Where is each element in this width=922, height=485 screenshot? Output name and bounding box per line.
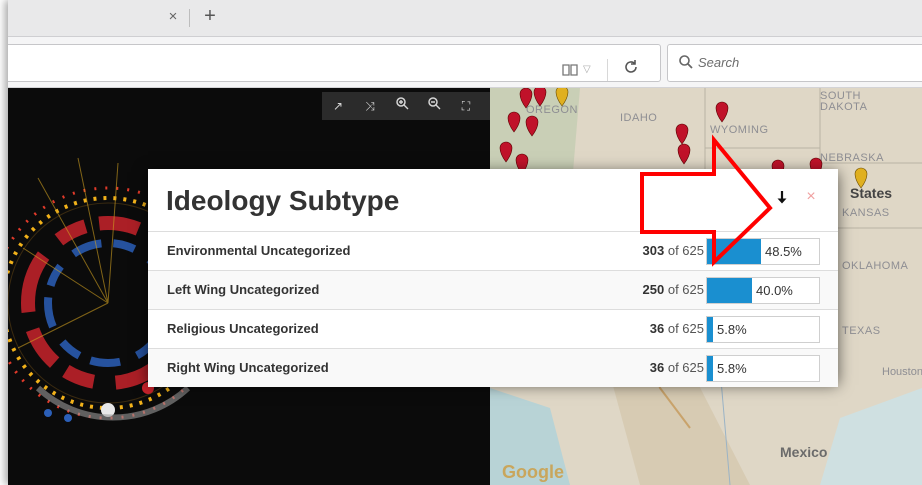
row-label: Right Wing Uncategorized	[167, 360, 329, 375]
visualization-toolbar: ↗ ⤨ ⛶	[322, 92, 492, 120]
url-bar[interactable]: ▽	[8, 44, 661, 82]
count-total: of 625	[667, 321, 704, 336]
percent-bar: 40.0%	[706, 277, 820, 304]
search-bar[interactable]: Search	[667, 44, 922, 82]
percent-bar-fill	[707, 356, 713, 381]
percent-bar-fill	[707, 278, 752, 303]
zoom-in-icon[interactable]	[392, 96, 412, 116]
count-total: of 625	[667, 282, 704, 297]
percent-bar: 48.5%	[706, 238, 820, 265]
percent-label: 40.0%	[756, 283, 793, 298]
reload-icon[interactable]	[621, 59, 641, 79]
reader-view-icon[interactable]	[562, 63, 578, 77]
row-count: 303 of 625	[643, 243, 704, 258]
row-label: Environmental Uncategorized	[167, 243, 351, 258]
dropdown-icon[interactable]: ▽	[583, 64, 591, 75]
percent-label: 48.5%	[765, 244, 802, 259]
tab-close-icon[interactable]: ×	[164, 8, 182, 26]
table-row[interactable]: Right Wing Uncategorized 36 of 625 5.8%	[148, 348, 838, 387]
tab-bar: × +	[8, 0, 922, 37]
close-icon[interactable]: ×	[804, 188, 818, 206]
separator	[607, 59, 608, 81]
count-value: 250	[642, 282, 665, 297]
percent-label: 5.8%	[717, 361, 747, 376]
count-total: of 625	[667, 243, 704, 258]
count-value: 36	[649, 360, 665, 375]
new-tab-icon[interactable]: +	[200, 6, 220, 26]
percent-bar: 5.8%	[706, 355, 820, 382]
row-label: Left Wing Uncategorized	[167, 282, 320, 297]
expand-icon[interactable]: ↗	[328, 96, 348, 116]
dialog-title: Ideology Subtype	[166, 185, 400, 216]
browser-window: × + ▽ Search ↗ ⤨ ⛶ OREGON IDAHO WYOMING …	[8, 0, 922, 485]
ideology-subtype-dialog: Ideology Subtype × Environmental Uncateg…	[148, 169, 838, 387]
subtype-table: Environmental Uncategorized 303 of 625 4…	[148, 231, 838, 387]
zoom-out-icon[interactable]	[424, 96, 444, 116]
percent-bar-fill	[707, 239, 761, 264]
download-icon[interactable]	[775, 190, 789, 208]
navigation-bar: ▽ Search	[8, 37, 922, 88]
percent-label: 5.8%	[717, 322, 747, 337]
percent-bar-fill	[707, 317, 713, 342]
row-count: 36 of 625	[650, 321, 704, 336]
shuffle-icon[interactable]: ⤨	[360, 96, 380, 116]
row-count: 36 of 625	[650, 360, 704, 375]
row-label: Religious Uncategorized	[167, 321, 319, 336]
table-row[interactable]: Religious Uncategorized 36 of 625 5.8%	[148, 309, 838, 348]
percent-bar: 5.8%	[706, 316, 820, 343]
row-count: 250 of 625	[643, 282, 704, 297]
fit-to-screen-icon[interactable]: ⛶	[456, 96, 476, 116]
table-row[interactable]: Environmental Uncategorized 303 of 625 4…	[148, 231, 838, 270]
count-value: 36	[649, 321, 665, 336]
tab-separator	[189, 9, 190, 27]
count-value: 303	[642, 243, 665, 258]
count-total: of 625	[667, 360, 704, 375]
search-placeholder: Search	[698, 55, 740, 70]
table-row[interactable]: Left Wing Uncategorized 250 of 625 40.0%	[148, 270, 838, 309]
search-icon	[678, 54, 694, 70]
